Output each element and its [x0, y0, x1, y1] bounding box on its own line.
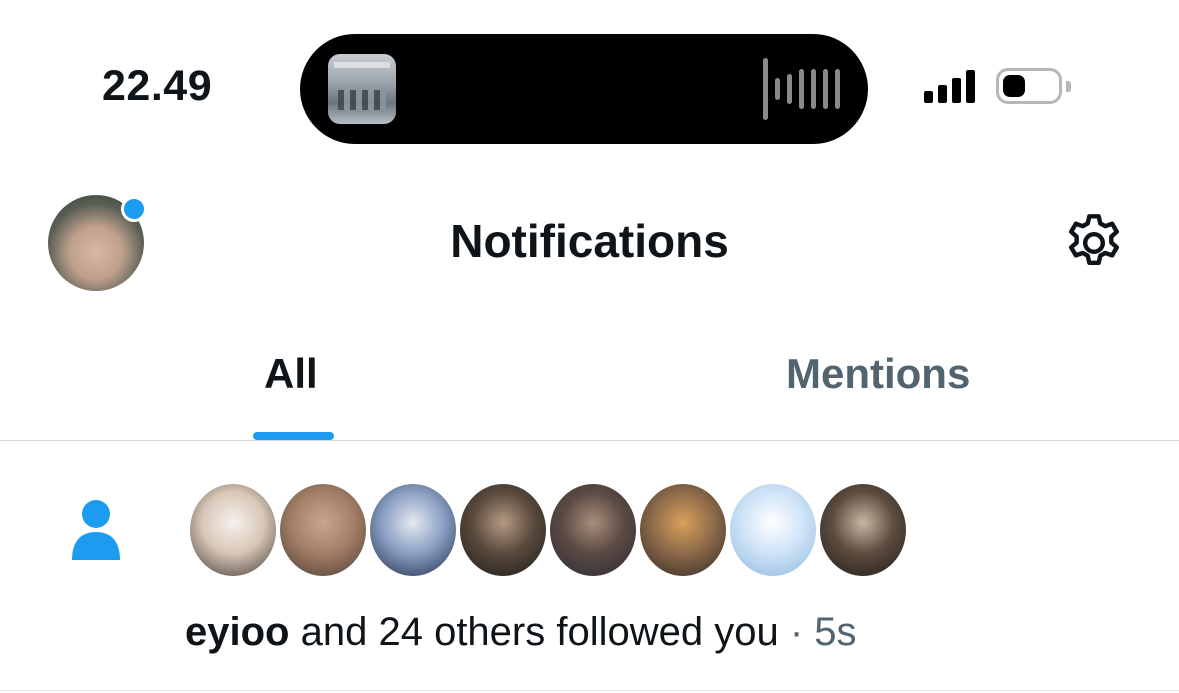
media-thumbnail[interactable] — [328, 54, 396, 124]
person-icon — [72, 500, 120, 560]
follower-avatar-8[interactable] — [820, 484, 906, 576]
tab-mentions[interactable]: Mentions — [786, 350, 970, 398]
notification-message: and 24 others followed you — [300, 610, 779, 654]
follower-avatar-1[interactable] — [190, 484, 276, 576]
follower-avatar-4[interactable] — [460, 484, 546, 576]
row-divider — [0, 690, 1179, 691]
follower-avatar-3[interactable] — [370, 484, 456, 576]
separator: · — [789, 610, 804, 654]
notification-username[interactable]: eyioo — [185, 610, 289, 654]
follower-avatar-7[interactable] — [730, 484, 816, 576]
page-title: Notifications — [450, 215, 729, 267]
status-time: 22.49 — [102, 62, 213, 110]
cellular-signal-icon — [924, 70, 975, 103]
follower-avatar-6[interactable] — [640, 484, 726, 576]
gear-icon[interactable] — [1061, 210, 1127, 276]
notification-time: 5s — [814, 610, 857, 654]
follower-avatar-2[interactable] — [280, 484, 366, 576]
follower-avatar-5[interactable] — [550, 484, 636, 576]
follower-avatars — [190, 484, 906, 576]
notification-text: eyioo and 24 others followed you · 5s — [185, 610, 857, 655]
battery-tip — [1066, 81, 1071, 92]
tabs-divider — [0, 440, 1179, 441]
selected-tab-indicator — [253, 432, 334, 440]
audio-waveform-icon — [763, 58, 840, 120]
battery-icon — [996, 68, 1062, 104]
tab-all[interactable]: All — [264, 350, 318, 398]
dynamic-island[interactable] — [300, 34, 868, 144]
battery-level — [1003, 75, 1025, 97]
